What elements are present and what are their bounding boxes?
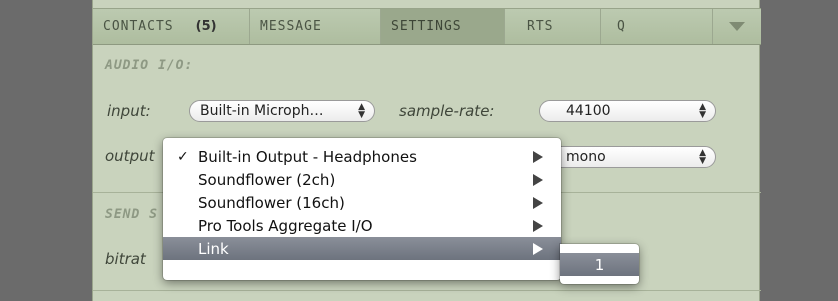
tab-message[interactable]: MESSAGE: [250, 9, 381, 44]
tab-contacts-label: CONTACTS: [103, 19, 174, 34]
sample-rate-value: 44100: [566, 103, 611, 119]
sample-rate-select[interactable]: 44100 ▲ ▼: [539, 100, 716, 122]
submenu-arrow-icon: [533, 220, 543, 232]
triangle-down-icon: [729, 22, 745, 31]
tab-q-label: Q: [617, 19, 626, 34]
menu-item-label: Built-in Output - Headphones: [198, 147, 417, 166]
sample-rate-label: sample-rate:: [399, 102, 495, 120]
submenu-item-label: 1: [594, 255, 605, 274]
menu-item-link[interactable]: Link: [163, 237, 561, 260]
tab-q[interactable]: Q: [601, 9, 713, 44]
submenu-item-1[interactable]: 1: [560, 253, 639, 276]
channels-select[interactable]: mono ▲ ▼: [539, 146, 716, 168]
section-divider: [93, 290, 761, 291]
tab-contacts[interactable]: CONTACTS (5): [93, 9, 250, 44]
audio-io-title: AUDIO I/O:: [105, 58, 194, 73]
up-down-arrows-icon: ▲ ▼: [699, 148, 706, 166]
input-label: input:: [107, 102, 151, 120]
up-down-arrows-icon: ▲ ▼: [699, 102, 706, 120]
background-right: [760, 0, 838, 301]
menu-item-label: Link: [198, 239, 229, 258]
tab-bar: CONTACTS (5) MESSAGE SETTINGS RTS Q: [93, 8, 761, 45]
menu-item-pro-tools-aggregate[interactable]: Pro Tools Aggregate I/O: [163, 214, 561, 237]
tab-rts[interactable]: RTS: [505, 9, 601, 44]
tab-settings-label: SETTINGS: [391, 19, 462, 34]
submenu-arrow-icon: [533, 197, 543, 209]
tab-message-label: MESSAGE: [260, 19, 322, 34]
menu-item-label: Soundflower (16ch): [198, 193, 345, 212]
menu-item-builtin-output[interactable]: ✓ Built-in Output - Headphones: [163, 145, 561, 168]
output-label: output: [105, 147, 155, 165]
background-left: [0, 0, 92, 301]
link-submenu: 1: [560, 244, 639, 284]
submenu-arrow-icon: [533, 243, 543, 255]
submenu-arrow-icon: [533, 151, 543, 163]
menu-item-soundflower-16ch[interactable]: Soundflower (16ch): [163, 191, 561, 214]
tab-overflow-dropdown[interactable]: [713, 9, 761, 44]
up-down-arrows-icon: ▲ ▼: [358, 102, 365, 120]
menu-item-label: Soundflower (2ch): [198, 170, 336, 189]
send-settings-title: SEND S: [105, 207, 158, 222]
submenu-arrow-icon: [533, 174, 543, 186]
input-select[interactable]: Built-in Microph… ▲ ▼: [189, 100, 375, 122]
tab-settings[interactable]: SETTINGS: [381, 9, 505, 44]
tab-rts-label: RTS: [527, 19, 554, 34]
contacts-count-badge: (5): [195, 19, 217, 34]
bitrate-label: bitrat: [105, 250, 146, 268]
input-select-value: Built-in Microph…: [200, 103, 324, 119]
channels-value: mono: [566, 149, 606, 165]
menu-item-label: Pro Tools Aggregate I/O: [198, 216, 373, 235]
menu-item-soundflower-2ch[interactable]: Soundflower (2ch): [163, 168, 561, 191]
output-device-menu: ✓ Built-in Output - Headphones Soundflow…: [163, 138, 561, 280]
checkmark-icon: ✓: [177, 148, 189, 165]
